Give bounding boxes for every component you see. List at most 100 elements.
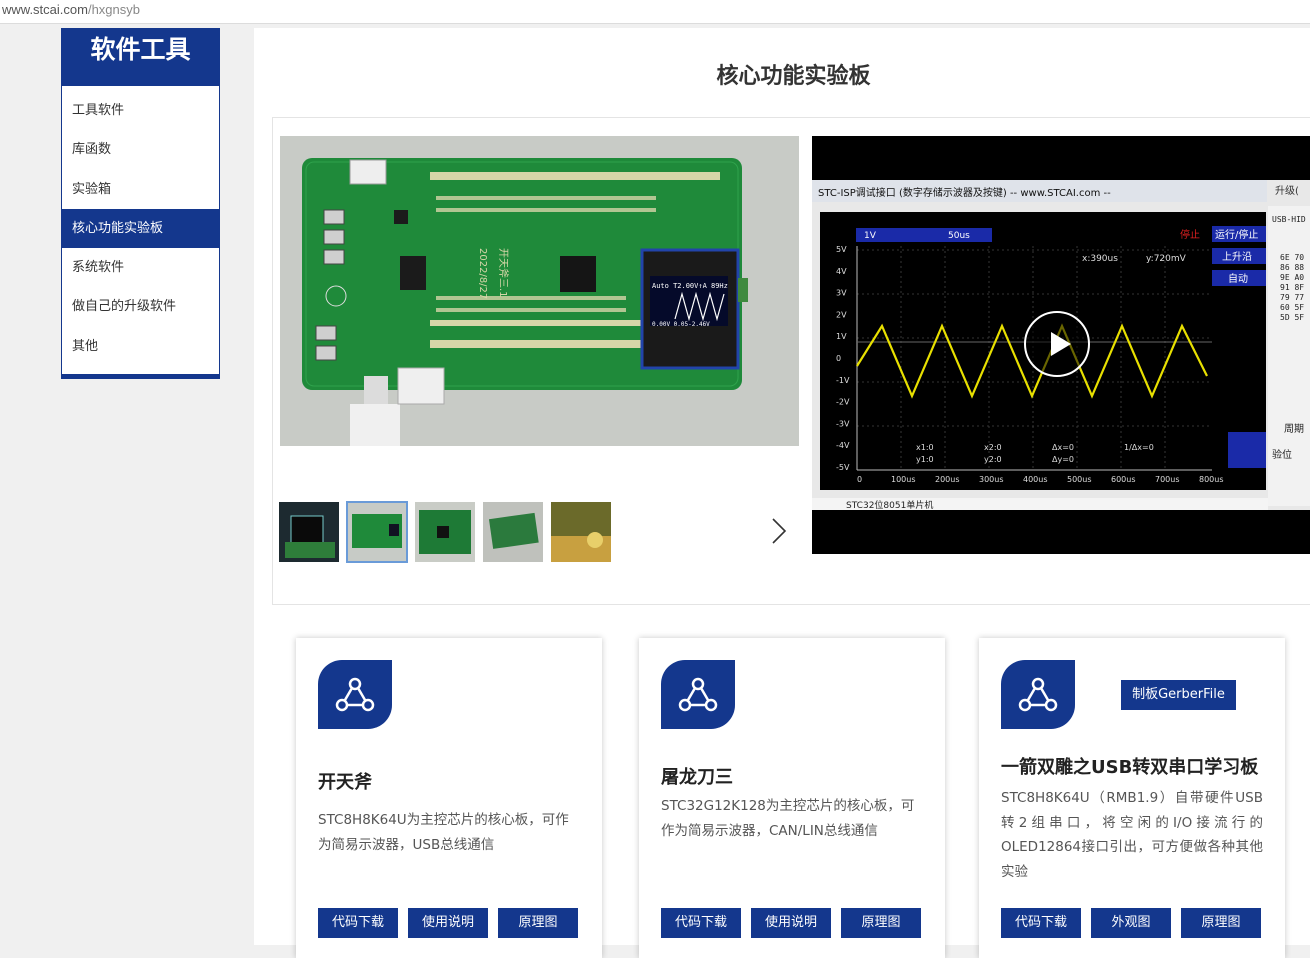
svg-text:周期: 周期: [1284, 423, 1304, 435]
y-tick-label: 0: [836, 354, 841, 363]
x-tick-label: 600us: [1111, 475, 1136, 484]
x-tick-label: 300us: [979, 475, 1004, 484]
svg-text:86 88: 86 88: [1280, 263, 1304, 272]
thumbnail-5[interactable]: [551, 502, 611, 562]
thumbnail-4[interactable]: [483, 502, 543, 562]
x-tick-label: 800us: [1199, 475, 1224, 484]
schematic-button[interactable]: 原理图: [498, 908, 578, 938]
y-tick-label: 1V: [836, 332, 847, 341]
product-card-usb-dual-serial: 制板GerberFile 一箭双雕之USB转双串口学习板 STC8H8K64U（…: [979, 638, 1285, 958]
svg-text:60 5F: 60 5F: [1280, 303, 1304, 312]
x-tick-label: 400us: [1023, 475, 1048, 484]
thumbnail-3[interactable]: [415, 502, 475, 562]
play-button[interactable]: [1024, 311, 1090, 377]
svg-text:9E A0: 9E A0: [1280, 273, 1304, 282]
product-card-tulongdao: 屠龙刀三 STC32G12K128为主控芯片的核心板，可作为简易示波器，CAN/…: [639, 638, 945, 958]
y-tick-label: -2V: [836, 398, 850, 407]
svg-text:y1:0: y1:0: [916, 455, 934, 464]
sidebar-item-tools[interactable]: 工具软件: [62, 91, 219, 130]
sidebar-item-core-board[interactable]: 核心功能实验板: [62, 208, 219, 249]
y-tick-label: -5V: [836, 463, 850, 472]
x-tick-label: 100us: [891, 475, 916, 484]
card-description: STC8H8K64U为主控芯片的核心板，可作为简易示波器，USB总线通信: [318, 812, 569, 853]
code-download-button[interactable]: 代码下载: [318, 908, 398, 938]
x-tick-label: 0: [857, 475, 862, 484]
svg-text:运行/停止: 运行/停止: [1215, 228, 1258, 241]
card-title: 屠龙刀三: [661, 767, 733, 788]
thumbnail-image: [483, 502, 543, 562]
code-download-button[interactable]: 代码下载: [661, 908, 741, 938]
svg-text:Δx=0: Δx=0: [1052, 443, 1074, 452]
schematic-button[interactable]: 原理图: [841, 908, 921, 938]
svg-text:6E 70: 6E 70: [1280, 253, 1304, 262]
y-tick-label: 3V: [836, 289, 847, 298]
sidebar-item-upgrade[interactable]: 做自己的升级软件: [62, 287, 219, 326]
card-description: STC8H8K64U（RMB1.9）自带硬件USB转2组串口，将空闲的I/O接流…: [1001, 790, 1263, 880]
sidebar-item-system[interactable]: 系统软件: [62, 248, 219, 287]
y-tick-label: -3V: [836, 419, 850, 428]
thumbnail-2[interactable]: [346, 501, 408, 563]
network-icon: [1001, 660, 1075, 729]
svg-text:0.00V 0.05-2.46V: 0.00V 0.05-2.46V: [652, 321, 710, 328]
card-description: STC32G12K128为主控芯片的核心板，可作为简易示波器，CAN/LIN总线…: [661, 798, 915, 839]
x-tick-label: 500us: [1067, 475, 1092, 484]
thumbnail-image: [347, 502, 407, 562]
demo-video[interactable]: STC-ISP调试接口 (数字存储示波器及按键) -- www.STCAI.co…: [812, 136, 1310, 554]
svg-text:上升沿: 上升沿: [1222, 251, 1252, 263]
address-bar[interactable]: www.stcai.com/hxgnsyb: [0, 0, 1310, 24]
y-tick-label: 5V: [836, 245, 847, 254]
code-download-button[interactable]: 代码下载: [1001, 908, 1081, 938]
svg-text:STC-ISP调试接口 (数字存储示波器及按键) -- ww: STC-ISP调试接口 (数字存储示波器及按键) -- www.STCAI.co…: [818, 186, 1111, 199]
card-title: 开天斧: [318, 772, 372, 793]
sidebar-item-other[interactable]: 其他: [62, 327, 219, 366]
next-arrow-icon[interactable]: [767, 516, 789, 546]
svg-text:x1:0: x1:0: [916, 443, 934, 452]
card-title: 一箭双雕之USB转双串口学习板: [1001, 757, 1259, 778]
url-path: /hxgnsyb: [87, 2, 141, 17]
thumbnail-image: [415, 502, 475, 562]
board-photo[interactable]: Auto T2.00V↑A 89Hz 0.00V 0.05-2.46V 2022…: [280, 136, 799, 446]
svg-text:开天斧三.1: 开天斧三.1: [497, 248, 509, 298]
sidebar-item-library[interactable]: 库函数: [62, 130, 219, 169]
svg-text:50us: 50us: [948, 231, 970, 241]
schematic-button[interactable]: 原理图: [1181, 908, 1261, 938]
svg-text:1V: 1V: [864, 231, 877, 241]
network-icon: [661, 660, 735, 729]
svg-text:x:390us: x:390us: [1082, 254, 1118, 264]
y-tick-label: -4V: [836, 441, 850, 450]
product-card-kaitianfu: 开天斧 STC8H8K64U为主控芯片的核心板，可作为简易示波器，USB总线通信…: [296, 638, 602, 958]
manual-button[interactable]: 使用说明: [751, 908, 831, 938]
sidebar-item-lab-box[interactable]: 实验箱: [62, 170, 219, 209]
svg-text:x2:0: x2:0: [984, 443, 1002, 452]
svg-text:USB-HID: USB-HID: [1272, 215, 1306, 224]
thumbnail-image: [551, 502, 611, 562]
svg-text:Δy=0: Δy=0: [1052, 455, 1074, 464]
svg-text:y:720mV: y:720mV: [1146, 254, 1187, 264]
svg-text:STC32位8051单片机: STC32位8051单片机: [846, 499, 933, 511]
sidebar-title: 软件工具: [62, 29, 219, 86]
network-icon: [318, 660, 392, 729]
url-host: www.stcai.com: [2, 2, 88, 17]
svg-text:Auto T2.00V↑A 89Hz: Auto T2.00V↑A 89Hz: [652, 282, 728, 290]
appearance-button[interactable]: 外观图: [1091, 908, 1171, 938]
y-tick-label: -1V: [836, 376, 850, 385]
svg-text:1/Δx=0: 1/Δx=0: [1124, 443, 1154, 452]
svg-text:y2:0: y2:0: [984, 455, 1002, 464]
y-tick-label: 4V: [836, 267, 847, 276]
svg-text:5D 5F: 5D 5F: [1280, 313, 1304, 322]
svg-text:自动: 自动: [1228, 272, 1248, 285]
svg-text:79 77: 79 77: [1280, 293, 1304, 302]
x-tick-label: 700us: [1155, 475, 1180, 484]
board-illustration: Auto T2.00V↑A 89Hz 0.00V 0.05-2.46V 2022…: [280, 136, 799, 446]
gerber-file-button[interactable]: 制板GerberFile: [1121, 680, 1236, 710]
manual-button[interactable]: 使用说明: [408, 908, 488, 938]
svg-text:停止: 停止: [1180, 228, 1200, 241]
thumbnail-image: [279, 502, 339, 562]
main-content: 核心功能实验板 Auto T2.00V↑A 89Hz 0.00V 0.05-2.…: [254, 28, 1310, 958]
sidebar: 软件工具 工具软件 库函数 实验箱 核心功能实验板 系统软件 做自己的升级软件 …: [61, 28, 220, 379]
svg-text:2022/8/27: 2022/8/27: [477, 248, 488, 299]
product-gallery: Auto T2.00V↑A 89Hz 0.00V 0.05-2.46V 2022…: [272, 117, 1310, 605]
page-title: 核心功能实验板: [716, 64, 871, 89]
svg-text:升级(: 升级(: [1275, 185, 1299, 197]
thumbnail-1[interactable]: [279, 502, 339, 562]
